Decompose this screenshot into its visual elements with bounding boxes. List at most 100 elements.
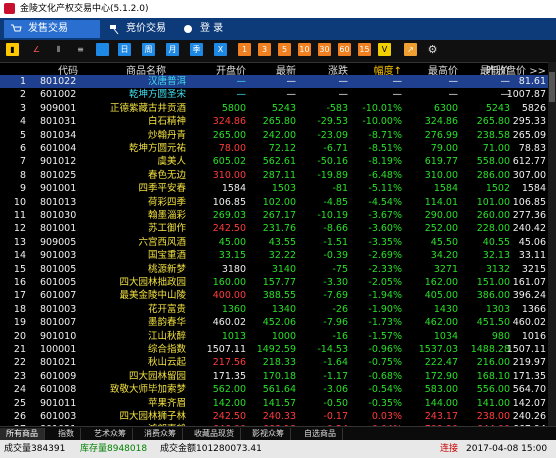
cell-high: 310.00 xyxy=(424,169,458,181)
cell-high: 1537.03 xyxy=(418,344,458,355)
table-row[interactable]: 8 801025 春色无边 310.00 287.11 -19.89 -6.48% 310.0… xyxy=(0,169,548,182)
tab-index[interactable]: 指数 xyxy=(52,428,81,440)
line-chart-icon[interactable]: ∠ xyxy=(30,43,43,56)
table-row[interactable]: 15 801005 桃源新梦 3180 3140 -75 -2.33% 3271 3132 321… xyxy=(0,263,548,276)
table-row[interactable]: 13 909005 六宫西风酒 45.00 43.55 -1.51 -3.35% 45.50 4… xyxy=(0,236,548,249)
tab-watchlist[interactable]: 自选商品 xyxy=(298,428,343,440)
cell-change: -50.16 xyxy=(317,156,348,168)
cell-index: 4 xyxy=(19,116,26,128)
cell-latest: 287.11 xyxy=(262,169,296,181)
table-row[interactable]: 5 801034 炒翰丹青 265.00 242.00 -23.09 -8.71% 276.9… xyxy=(0,129,548,142)
cell-prev-close: 1016 xyxy=(521,330,546,342)
period-button[interactable] xyxy=(96,43,109,56)
cell-high: — xyxy=(448,89,459,101)
candlestick-icon[interactable]: ⫴ xyxy=(52,43,65,56)
cell-prev-close: 295.33 xyxy=(512,116,546,128)
cell-latest: 1000 xyxy=(271,330,296,342)
period-month-button[interactable]: 月 xyxy=(166,43,179,56)
cell-open: 1013 xyxy=(221,330,246,342)
cell-index: 15 xyxy=(13,263,26,275)
period-30-button[interactable]: 30 xyxy=(318,43,331,56)
table-row[interactable]: 17 601007 最美金陵中山陵 400.00 388.55 -7.69 -1.94% 40… xyxy=(0,289,548,302)
cell-index: 26 xyxy=(13,411,26,422)
cell-percent: -4.54% xyxy=(368,196,402,208)
cell-name: 春色无边 xyxy=(147,169,186,181)
tab-all-products[interactable]: 所有商品 xyxy=(0,428,45,440)
tab-sell-trading[interactable]: 发售交易 xyxy=(4,20,100,38)
cell-latest: 5243 xyxy=(271,102,296,114)
scroll-thumb[interactable] xyxy=(549,72,555,102)
tab-collectibles-spot[interactable]: 收藏品现货 xyxy=(188,428,241,440)
table-row[interactable]: 19 801007 墨韵春华 460.02 452.06 -7.96 -1.73% 462.0… xyxy=(0,316,548,329)
cell-prev-close: 161.07 xyxy=(512,277,546,288)
cell-index: 2 xyxy=(19,89,26,101)
table-row[interactable]: 26 601003 四大园林狮子林 242.50 240.33 -0.17 0.03% 243… xyxy=(0,410,548,423)
period-3-button[interactable]: 3 xyxy=(258,43,271,56)
table-row[interactable]: 1 801022 汉唐普洱 — — — — — —81.61 xyxy=(0,75,548,89)
table-row[interactable]: 12 801001 苏工御作 242.50 231.76 -8.66 -3.60% 252.0… xyxy=(0,222,548,235)
period-5-button[interactable]: 5 xyxy=(278,43,291,56)
table-row[interactable]: 6 601004 乾坤方圆元祐 78.00 72.12 -6.71 -8.51% 79.00 7… xyxy=(0,142,548,155)
cell-name: 墨韵春华 xyxy=(147,317,186,329)
table-row[interactable]: 18 801003 花开富贵 1360 1340 -26 -1.90% 1430 1303 136… xyxy=(0,303,548,316)
draw-tool-icon[interactable]: ↗ xyxy=(404,43,417,56)
cell-percent: -2.05% xyxy=(368,277,402,288)
cell-latest: 240.33 xyxy=(262,411,296,422)
table-row[interactable]: 10 801013 荷彩四季 106.85 102.00 -4.85 -4.54% 114.0… xyxy=(0,196,548,209)
status-time: 2017-04-08 15:00 xyxy=(466,444,548,454)
table-row[interactable]: 24 601008 致敬大师毕加索梦 562.00 561.64 -3.06 -0.54% 5… xyxy=(0,383,548,396)
cell-open: 1584 xyxy=(221,183,246,195)
cell-prev-close: 265.09 xyxy=(512,129,546,141)
table-row[interactable]: 14 901003 国宝重酒 33.15 32.22 -0.39 -2.69% 34.20 32… xyxy=(0,249,548,262)
cell-open: 310.00 xyxy=(212,169,246,181)
login-button[interactable]: 登 录 xyxy=(176,20,252,38)
period-1-button[interactable]: 1 xyxy=(238,43,251,56)
period-60-button[interactable]: 60 xyxy=(338,43,351,56)
settings-icon[interactable]: ⚙ xyxy=(426,43,439,56)
table-row[interactable]: 9 901001 四季平安春 1584 1503 -81 -5.11% 1584 1502 158… xyxy=(0,182,548,195)
cell-open: 1360 xyxy=(221,303,246,315)
cell-open: 45.00 xyxy=(218,236,246,248)
table-row[interactable]: 2 601002 乾坤方圆圣宋 — — — — — —1007.87 xyxy=(0,88,548,101)
table-row[interactable]: 20 901010 江山秋醉 1013 1000 -16 -1.57% 1034 980 1016 xyxy=(0,330,548,343)
cell-latest: 43.55 xyxy=(268,236,296,248)
period-week-button[interactable]: 周 xyxy=(142,43,155,56)
cell-latest: 242.00 xyxy=(262,129,296,141)
table-row[interactable]: 11 801030 翰墨淄彩 269.03 267.17 -10.19 -3.67% 290.… xyxy=(0,209,548,222)
cell-change: -14.53 xyxy=(317,344,348,355)
cell-name: 苹果齐眉 xyxy=(147,397,186,409)
cell-percent: -0.68% xyxy=(368,370,402,382)
cell-high: 583.00 xyxy=(424,384,458,396)
list-icon[interactable]: ≡ xyxy=(74,43,87,56)
tab-consumer-crowdfund[interactable]: 消费众筹 xyxy=(138,428,183,440)
table-row[interactable]: 4 801031 白石精神 324.86 265.80 -29.53 -10.00% 324.… xyxy=(0,115,548,128)
table-row[interactable]: 22 801021 秋山云起 217.56 218.33 -1.64 -0.75% 222.4… xyxy=(0,356,548,369)
period-x-button[interactable]: X xyxy=(214,43,227,56)
cell-percent: -1.90% xyxy=(368,303,402,315)
table-row[interactable]: 16 601005 四大园林拙政园 160.00 157.77 -3.30 -2.05% 16… xyxy=(0,276,548,289)
cell-prev-close: 171.35 xyxy=(512,370,546,382)
cell-open: 160.00 xyxy=(212,277,246,288)
bar-chart-icon[interactable]: ▮ xyxy=(6,43,19,56)
cell-prev-close: 307.00 xyxy=(512,169,546,181)
table-row[interactable]: 25 901011 苹果齐眉 142.00 141.57 -0.50 -0.35% 144.0… xyxy=(0,397,548,410)
period-day-button[interactable]: 日 xyxy=(118,43,131,56)
period-v-button[interactable]: V xyxy=(378,43,391,56)
cell-prev-close: 1584 xyxy=(521,183,546,195)
cell-high: 1430 xyxy=(433,303,458,315)
table-row[interactable]: 23 601009 四大园林留园 171.35 170.18 -1.17 -0.68% 172… xyxy=(0,370,548,383)
cell-open: 1507.11 xyxy=(206,344,246,355)
status-bar: 成交量384391 库存量8948018 成交金额101280073.41 连接… xyxy=(0,440,556,458)
cell-high: 619.77 xyxy=(424,156,458,168)
period-10-button[interactable]: 10 xyxy=(298,43,311,56)
period-15-button[interactable]: 15 xyxy=(358,43,371,56)
vertical-scrollbar[interactable] xyxy=(548,62,556,426)
table-row[interactable]: 7 901012 虞美人 605.02 562.61 -50.16 -8.19% 619.77… xyxy=(0,155,548,168)
cell-open: 33.15 xyxy=(218,250,246,262)
period-quarter-button[interactable]: 季 xyxy=(190,43,203,56)
title-bar: 金陵文化产权交易中心(5.1.2.0) xyxy=(0,0,556,18)
table-row[interactable]: 21 100001 综合指数 1507.11 1492.59 -14.53 -0.96% 15… xyxy=(0,343,548,356)
table-row[interactable]: 3 909001 正德紫藏古井贡酒 5800 5243 -583 -10.01% 6300 52… xyxy=(0,102,548,115)
tab-art-crowdfund[interactable]: 艺术众筹 xyxy=(88,428,133,440)
tab-film-crowdfund[interactable]: 影视众筹 xyxy=(246,428,291,440)
